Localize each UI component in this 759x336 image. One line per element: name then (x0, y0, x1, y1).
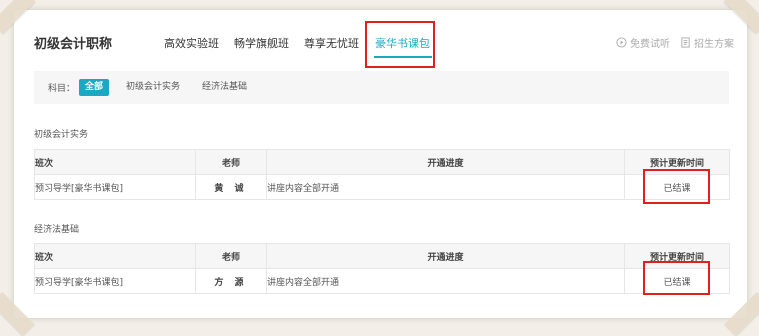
table-header-row: 班次 老师 开通进度 预计更新时间 (34, 243, 730, 269)
header: 初级会计职称 高效实验班 畅学旗舰班 尊享无忧班 豪华书课包 免费试听 招生方案 (14, 10, 747, 68)
enrollment-plan-label: 招生方案 (694, 39, 734, 50)
table-header-row: 班次 老师 开通进度 预计更新时间 (34, 149, 730, 175)
table-row[interactable]: 预习导学[豪华书课包] 黄 诚 讲座内容全部开通 已结课 (34, 174, 730, 200)
tab-flagship-class[interactable]: 畅学旗舰班 (234, 35, 289, 51)
cell-class-name[interactable]: 预习导学[豪华书课包] (34, 268, 196, 294)
column-header-teacher: 老师 (195, 149, 267, 175)
column-header-class: 班次 (34, 243, 196, 269)
section-title-accounting-practice: 初级会计实务 (34, 130, 89, 140)
course-table-accounting-practice: 班次 老师 开通进度 预计更新时间 预习导学[豪华书课包] 黄 诚 讲座内容全部… (34, 149, 730, 200)
highlight-box-status-accounting (643, 169, 710, 204)
course-table-economic-law: 班次 老师 开通进度 预计更新时间 预习导学[豪华书课包] 方 源 讲座内容全部… (34, 243, 730, 294)
highlight-box-active-tab (365, 21, 435, 68)
filter-chip-economic-law[interactable]: 经济法基础 (196, 79, 253, 96)
column-header-teacher: 老师 (195, 243, 267, 269)
cell-progress: 讲座内容全部开通 (266, 268, 625, 294)
table-row[interactable]: 预习导学[豪华书课包] 方 源 讲座内容全部开通 已结课 (34, 268, 730, 294)
column-header-progress: 开通进度 (266, 149, 625, 175)
course-panel: 初级会计职称 高效实验班 畅学旗舰班 尊享无忧班 豪华书课包 免费试听 招生方案… (13, 9, 748, 319)
cell-progress: 讲座内容全部开通 (266, 174, 625, 200)
subject-filter-bar: 科目： 全部 初级会计实务 经济法基础 (34, 71, 729, 104)
free-trial-link[interactable]: 免费试听 (616, 35, 670, 50)
column-header-progress: 开通进度 (266, 243, 625, 269)
enrollment-plan-link[interactable]: 招生方案 (680, 35, 734, 50)
cell-teacher: 黄 诚 (195, 174, 267, 200)
cell-teacher: 方 源 (195, 268, 267, 294)
play-circle-icon (616, 37, 627, 48)
tab-premium-class[interactable]: 尊享无忧班 (304, 35, 359, 51)
subject-filter-label: 科目： (48, 84, 76, 94)
filter-chip-accounting-practice[interactable]: 初级会计实务 (120, 79, 186, 96)
column-header-class: 班次 (34, 149, 196, 175)
cell-class-name[interactable]: 预习导学[豪华书课包] (34, 174, 196, 200)
page-title: 初级会计职称 (34, 37, 113, 52)
free-trial-label: 免费试听 (630, 39, 670, 50)
highlight-box-status-law (643, 261, 710, 295)
tab-efficient-class[interactable]: 高效实验班 (164, 35, 219, 51)
filter-chip-all[interactable]: 全部 (79, 79, 110, 96)
document-icon (680, 37, 691, 48)
section-title-economic-law: 经济法基础 (34, 225, 80, 235)
